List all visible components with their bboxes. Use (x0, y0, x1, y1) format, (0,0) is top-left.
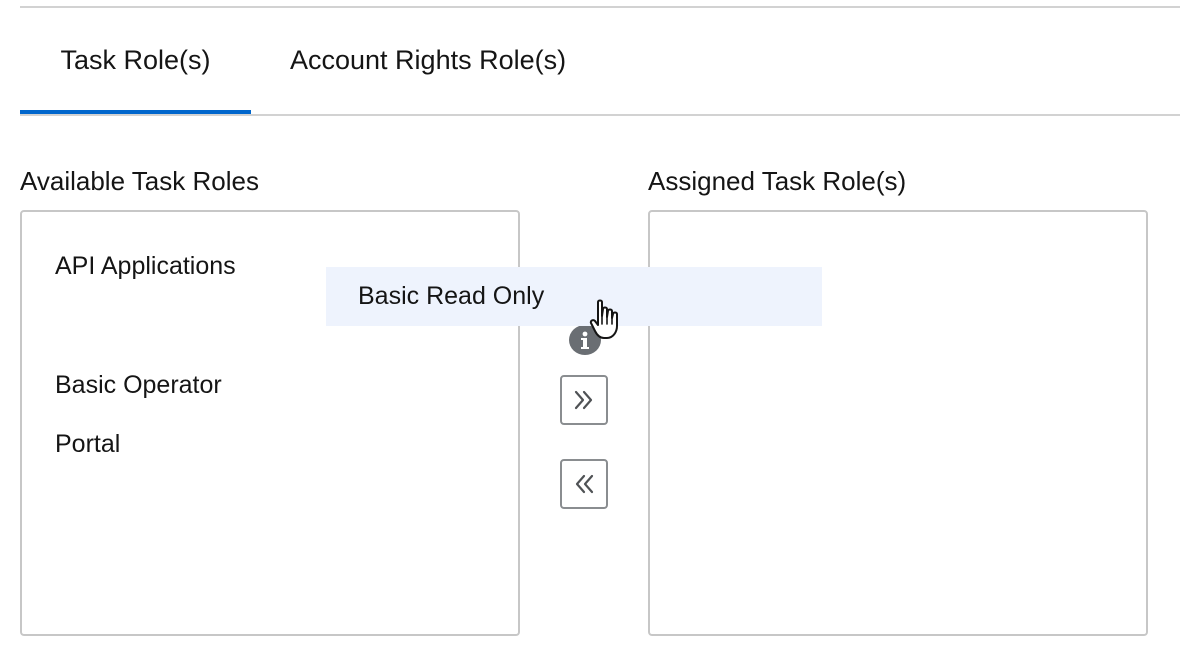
tab-account-rights-roles[interactable]: Account Rights Role(s) (290, 8, 566, 116)
tab-task-roles[interactable]: Task Role(s) (20, 8, 251, 116)
remove-selected-button[interactable] (560, 459, 608, 509)
list-item-portal[interactable]: Portal (55, 428, 120, 460)
role-assignment-page: Task Role(s) Account Rights Role(s) Avai… (0, 0, 1180, 662)
list-item-basic-operator[interactable]: Basic Operator (55, 369, 222, 401)
dragged-role-item[interactable]: Basic Read Only (326, 267, 822, 326)
hand-pointer-icon (588, 298, 624, 342)
available-roles-label: Available Task Roles (20, 166, 259, 196)
assigned-roles-label: Assigned Task Role(s) (648, 166, 907, 196)
role-tabs: Task Role(s) Account Rights Role(s) (20, 8, 1180, 116)
tabs-divider (20, 114, 1180, 116)
add-selected-button[interactable] (560, 375, 608, 425)
list-item-api-applications[interactable]: API Applications (55, 250, 236, 282)
